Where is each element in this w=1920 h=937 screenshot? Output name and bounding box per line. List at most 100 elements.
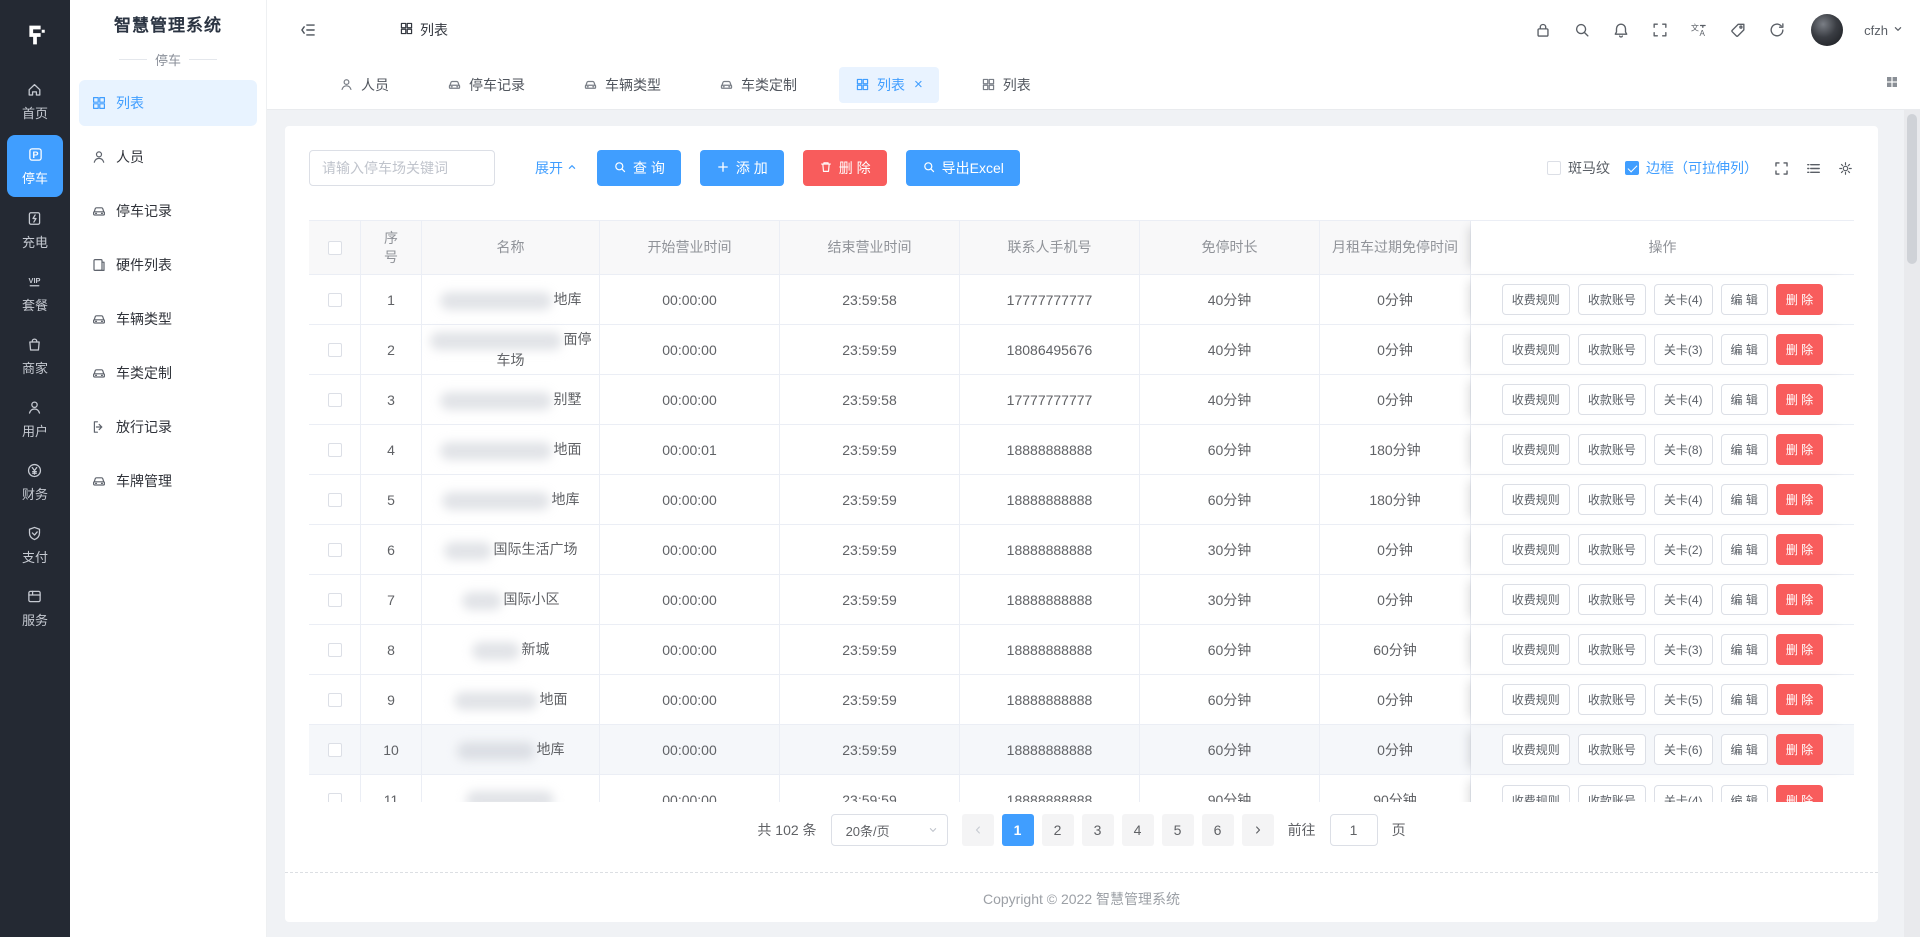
payment-account-button[interactable]: 收款账号	[1577, 284, 1646, 315]
border-checkbox[interactable]: 边框（可拉伸列）	[1625, 158, 1758, 178]
close-icon[interactable]: ×	[914, 77, 923, 92]
payment-account-button[interactable]: 收款账号	[1577, 334, 1646, 365]
scrollbar-thumb[interactable]	[1907, 114, 1917, 264]
row-delete-button[interactable]: 删 除	[1775, 284, 1824, 315]
fee-rule-button[interactable]: 收费规则	[1501, 384, 1570, 415]
tab-车类定制-3[interactable]: 车类定制	[703, 67, 813, 103]
fee-rule-button[interactable]: 收费规则	[1501, 684, 1570, 715]
sidebar-item-车辆类型[interactable]: 车辆类型	[79, 296, 257, 342]
fee-rule-button[interactable]: 收费规则	[1501, 784, 1570, 802]
fee-rule-button[interactable]: 收费规则	[1501, 334, 1570, 365]
gate-button[interactable]: 关卡(4)	[1653, 484, 1713, 515]
tab-options-icon[interactable]	[1884, 74, 1900, 95]
row-checkbox[interactable]	[327, 542, 342, 557]
gate-button[interactable]: 关卡(2)	[1653, 534, 1713, 565]
rail-item-支付[interactable]: 支付	[0, 514, 70, 577]
goto-page-input[interactable]	[1329, 814, 1378, 846]
payment-account-button[interactable]: 收款账号	[1577, 534, 1646, 565]
page-button-5[interactable]: 5	[1161, 814, 1194, 846]
next-page-button[interactable]	[1241, 814, 1274, 846]
row-delete-button[interactable]: 删 除	[1775, 434, 1824, 465]
edit-button[interactable]: 编 辑	[1720, 484, 1768, 515]
row-delete-button[interactable]: 删 除	[1775, 384, 1824, 415]
sidebar-item-停车记录[interactable]: 停车记录	[79, 188, 257, 234]
edit-button[interactable]: 编 辑	[1720, 334, 1768, 365]
page-button-4[interactable]: 4	[1121, 814, 1154, 846]
add-button[interactable]: 添 加	[699, 150, 784, 186]
sidebar-item-人员[interactable]: 人员	[79, 134, 257, 180]
row-delete-button[interactable]: 删 除	[1775, 584, 1824, 615]
fee-rule-button[interactable]: 收费规则	[1501, 634, 1570, 665]
payment-account-button[interactable]: 收款账号	[1577, 384, 1646, 415]
row-checkbox[interactable]	[327, 392, 342, 407]
gate-button[interactable]: 关卡(3)	[1653, 334, 1713, 365]
rail-item-停车[interactable]: P 停车	[0, 133, 70, 199]
avatar[interactable]	[1811, 14, 1844, 46]
gate-button[interactable]: 关卡(8)	[1653, 434, 1713, 465]
gate-button[interactable]: 关卡(6)	[1653, 734, 1713, 765]
edit-button[interactable]: 编 辑	[1720, 684, 1768, 715]
fee-rule-button[interactable]: 收费规则	[1501, 284, 1570, 315]
sidebar-item-放行记录[interactable]: 放行记录	[79, 404, 257, 450]
sidebar-item-车牌管理[interactable]: 车牌管理	[79, 458, 257, 504]
sidebar-item-车类定制[interactable]: 车类定制	[79, 350, 257, 396]
gate-button[interactable]: 关卡(4)	[1653, 784, 1713, 802]
row-checkbox[interactable]	[327, 342, 342, 357]
tab-人员-0[interactable]: 人员	[323, 67, 405, 103]
rail-item-服务[interactable]: 服务	[0, 577, 70, 640]
edit-button[interactable]: 编 辑	[1720, 734, 1768, 765]
payment-account-button[interactable]: 收款账号	[1577, 734, 1646, 765]
rail-item-首页[interactable]: 首页	[0, 70, 70, 133]
row-checkbox[interactable]	[327, 492, 342, 507]
rail-item-财务[interactable]: 财务	[0, 451, 70, 514]
scrollbar[interactable]	[1904, 110, 1920, 937]
page-button-3[interactable]: 3	[1081, 814, 1114, 846]
tab-停车记录-1[interactable]: 停车记录	[431, 67, 541, 103]
translate-icon[interactable]: 文A	[1690, 21, 1708, 39]
gate-button[interactable]: 关卡(5)	[1653, 684, 1713, 715]
gate-button[interactable]: 关卡(3)	[1653, 634, 1713, 665]
payment-account-button[interactable]: 收款账号	[1577, 584, 1646, 615]
sidebar-item-硬件列表[interactable]: 硬件列表	[79, 242, 257, 288]
row-delete-button[interactable]: 删 除	[1775, 634, 1824, 665]
fullscreen-icon[interactable]	[1651, 21, 1669, 39]
page-button-1[interactable]: 1	[1001, 814, 1034, 846]
edit-button[interactable]: 编 辑	[1720, 634, 1768, 665]
rail-item-用户[interactable]: 用户	[0, 388, 70, 451]
edit-button[interactable]: 编 辑	[1720, 534, 1768, 565]
payment-account-button[interactable]: 收款账号	[1577, 634, 1646, 665]
expand-link[interactable]: 展开	[535, 158, 578, 178]
fee-rule-button[interactable]: 收费规则	[1501, 484, 1570, 515]
delete-button[interactable]: 删 除	[802, 150, 887, 186]
fee-rule-button[interactable]: 收费规则	[1501, 734, 1570, 765]
row-checkbox[interactable]	[327, 592, 342, 607]
row-checkbox[interactable]	[327, 793, 342, 802]
page-size-select[interactable]: 20条/页	[830, 814, 948, 846]
row-delete-button[interactable]: 删 除	[1775, 734, 1824, 765]
lock-icon[interactable]	[1534, 21, 1552, 39]
rail-item-套餐[interactable]: VIP 套餐	[0, 262, 70, 325]
edit-button[interactable]: 编 辑	[1720, 384, 1768, 415]
prev-page-button[interactable]	[961, 814, 994, 846]
select-all-checkbox[interactable]	[327, 240, 342, 255]
row-delete-button[interactable]: 删 除	[1775, 684, 1824, 715]
tab-列表-5[interactable]: 列表	[965, 67, 1047, 103]
search-input[interactable]	[309, 150, 495, 186]
fee-rule-button[interactable]: 收费规则	[1501, 584, 1570, 615]
bell-icon[interactable]	[1612, 21, 1630, 39]
page-button-2[interactable]: 2	[1041, 814, 1074, 846]
row-checkbox[interactable]	[327, 292, 342, 307]
tab-列表-4[interactable]: 列表 ×	[839, 66, 939, 103]
row-checkbox[interactable]	[327, 742, 342, 757]
app-logo[interactable]	[0, 0, 70, 70]
payment-account-button[interactable]: 收款账号	[1577, 434, 1646, 465]
table-fullscreen-icon[interactable]	[1773, 160, 1790, 177]
sidebar-item-列表[interactable]: 列表	[79, 80, 257, 126]
row-delete-button[interactable]: 删 除	[1775, 784, 1824, 802]
rail-item-商家[interactable]: 商家	[0, 325, 70, 388]
column-settings-icon[interactable]	[1805, 160, 1822, 177]
export-excel-button[interactable]: 导出Excel	[905, 150, 1020, 186]
gate-button[interactable]: 关卡(4)	[1653, 284, 1713, 315]
zebra-checkbox[interactable]: 斑马纹	[1547, 158, 1610, 178]
edit-button[interactable]: 编 辑	[1720, 284, 1768, 315]
